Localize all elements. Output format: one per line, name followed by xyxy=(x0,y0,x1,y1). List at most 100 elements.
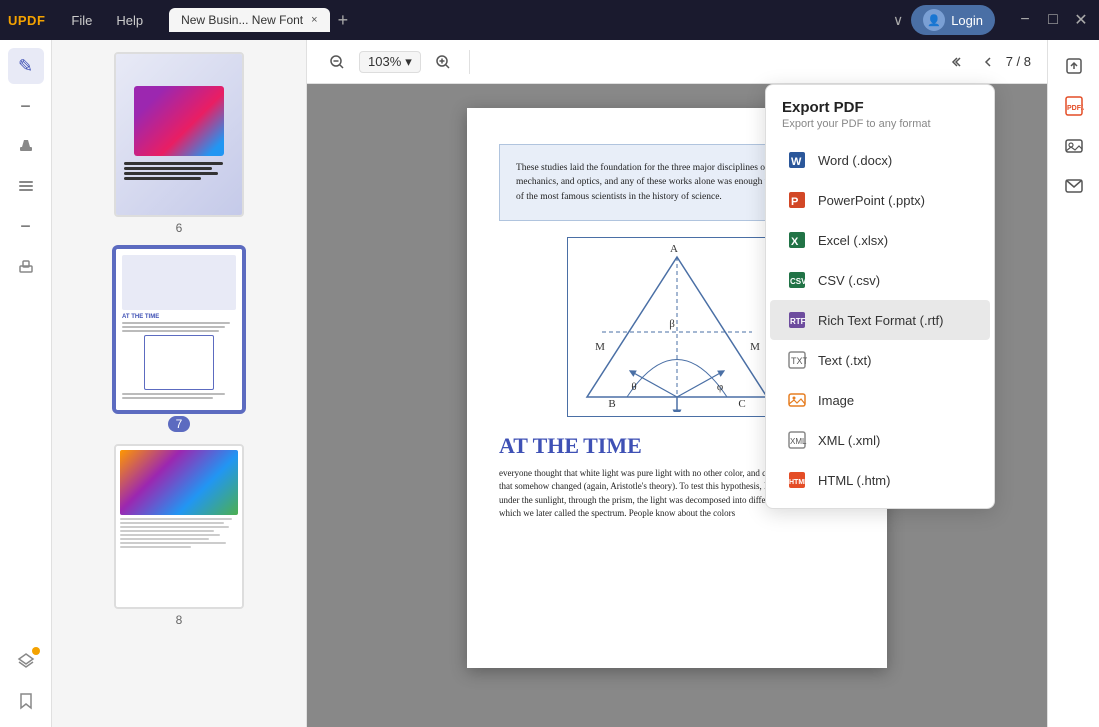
nav-prev-icon xyxy=(980,54,996,70)
thumb6-text-area xyxy=(120,160,238,184)
zoom-in-button[interactable] xyxy=(429,48,457,76)
export-item-image[interactable]: Image xyxy=(770,380,990,420)
svg-text:θ: θ xyxy=(631,381,636,393)
maximize-button[interactable]: □ xyxy=(1043,10,1063,30)
thumbnail-image-7: AT THE TIME xyxy=(114,247,244,412)
zoom-in-icon xyxy=(435,54,451,70)
svg-text:X: X xyxy=(791,236,799,248)
pdf-right-icon: PDF/A xyxy=(1064,95,1084,117)
titlebar: UPDF File Help New Busin... New Font × +… xyxy=(0,0,1099,40)
sidebar-icon-highlight[interactable] xyxy=(8,128,44,164)
diagram-svg: A β M M θ φ B C xyxy=(572,242,782,412)
svg-text:P: P xyxy=(791,196,798,208)
menu-help[interactable]: Help xyxy=(106,9,153,32)
export-panel: Export PDF Export your PDF to any format… xyxy=(765,84,995,509)
sidebar-icon-stamp[interactable] xyxy=(8,248,44,284)
titlebar-tabs: New Busin... New Font × + xyxy=(169,8,893,32)
sidebar-icon-minus[interactable]: − xyxy=(8,88,44,124)
sidebar-right-imageicon[interactable] xyxy=(1056,128,1092,164)
sidebar-right-mail[interactable] xyxy=(1056,168,1092,204)
export-item-word[interactable]: W Word (.docx) xyxy=(770,140,990,180)
svg-text:M: M xyxy=(595,341,605,353)
mail-icon xyxy=(1064,177,1084,195)
thumb-page-label-7: 7 xyxy=(168,416,191,432)
layers-icon xyxy=(17,652,35,670)
thumbnail-page-6[interactable]: 6 xyxy=(114,52,244,235)
word-icon: W xyxy=(786,149,808,171)
zoom-level: 103% xyxy=(368,54,401,69)
page-info: 7 / 8 xyxy=(1006,54,1031,69)
svg-text:C: C xyxy=(738,398,745,410)
zoom-out-icon xyxy=(329,54,345,70)
sidebar-icon-layers[interactable] xyxy=(8,643,44,679)
export-item-html[interactable]: HTML HTML (.htm) xyxy=(770,460,990,500)
export-item-powerpoint[interactable]: P PowerPoint (.pptx) xyxy=(770,180,990,220)
nav-prev-button[interactable] xyxy=(976,50,1000,74)
export-label-word: Word (.docx) xyxy=(818,153,892,168)
sidebar-icon-minus2[interactable]: − xyxy=(8,208,44,244)
export-item-xml[interactable]: XML XML (.xml) xyxy=(770,420,990,460)
avatar: 👤 xyxy=(923,9,945,31)
thumb7-title: AT THE TIME xyxy=(122,314,236,320)
thumb7-diagram xyxy=(144,335,214,390)
tab-close-button[interactable]: × xyxy=(311,14,317,26)
svg-text:TXT: TXT xyxy=(791,356,807,366)
app-logo: UPDF xyxy=(8,13,45,28)
zoom-display[interactable]: 103% ▾ xyxy=(359,51,421,73)
thumbnail-page-8[interactable]: 8 xyxy=(114,444,244,627)
titlebar-menu: File Help xyxy=(61,9,153,32)
pdf-heading-time: TIME xyxy=(583,433,642,458)
csv-icon: CSV xyxy=(786,269,808,291)
thumb8-text-lines xyxy=(120,518,238,603)
export-label-image: Image xyxy=(818,393,854,408)
pdf-toolbar: 103% ▾ xyxy=(307,40,1047,84)
menu-file[interactable]: File xyxy=(61,9,102,32)
xml-icon: XML xyxy=(786,429,808,451)
list-icon xyxy=(17,177,35,195)
image-export-icon xyxy=(786,389,808,411)
export-item-rtf[interactable]: RTF Rich Text Format (.rtf) xyxy=(770,300,990,340)
titlebar-right: ∨ 👤 Login − □ ✕ xyxy=(893,5,1091,35)
export-right-icon xyxy=(1064,56,1084,76)
close-button[interactable]: ✕ xyxy=(1071,10,1091,30)
tab-label: New Busin... New Font xyxy=(181,13,303,27)
export-subtitle: Export your PDF to any format xyxy=(782,118,978,130)
pdf-area-wrapper: 103% ▾ xyxy=(307,40,1047,727)
export-item-text[interactable]: TXT Text (.txt) xyxy=(770,340,990,380)
svg-text:W: W xyxy=(791,156,802,168)
pdf-diagram: A β M M θ φ B C xyxy=(567,237,787,417)
login-label: Login xyxy=(951,13,983,28)
export-label-rtf: Rich Text Format (.rtf) xyxy=(818,313,943,328)
export-list: W Word (.docx) P PowerPoint (.pptx) xyxy=(766,140,994,500)
thumbnails-panel[interactable]: 6 AT THE TIME 7 xyxy=(52,40,307,727)
sidebar-icon-list[interactable] xyxy=(8,168,44,204)
tab-add-button[interactable]: + xyxy=(330,10,357,31)
thumb8-graphic xyxy=(120,450,238,515)
sidebar-right-pdficon[interactable]: PDF/A xyxy=(1056,88,1092,124)
svg-text:PDF/A: PDF/A xyxy=(1067,105,1084,112)
sidebar-right-export[interactable] xyxy=(1056,48,1092,84)
active-tab[interactable]: New Busin... New Font × xyxy=(169,8,329,32)
sidebar-right: PDF/A xyxy=(1047,40,1099,727)
export-label-excel: Excel (.xlsx) xyxy=(818,233,888,248)
zoom-out-button[interactable] xyxy=(323,48,351,76)
sidebar-icon-edit[interactable]: ✎ xyxy=(8,48,44,84)
svg-text:HTML: HTML xyxy=(789,479,807,486)
toolbar-divider xyxy=(469,50,470,74)
thumb7-top-area xyxy=(122,255,236,310)
thumbnail-page-7[interactable]: AT THE TIME 7 xyxy=(114,247,244,432)
export-title: Export PDF xyxy=(782,99,978,116)
svg-text:A: A xyxy=(670,243,678,255)
sidebar-icon-bookmark[interactable] xyxy=(8,683,44,719)
export-item-csv[interactable]: CSV CSV (.csv) xyxy=(770,260,990,300)
export-item-excel[interactable]: X Excel (.xlsx) xyxy=(770,220,990,260)
nav-first-button[interactable] xyxy=(946,50,970,74)
chevron-down-icon[interactable]: ∨ xyxy=(893,12,903,29)
svg-text:φ: φ xyxy=(717,381,723,393)
main-layout: ✎ − − xyxy=(0,40,1099,727)
thumb-page-label-8: 8 xyxy=(176,613,183,627)
login-button[interactable]: 👤 Login xyxy=(911,5,995,35)
pen-icon xyxy=(17,137,35,155)
minimize-button[interactable]: − xyxy=(1015,10,1035,30)
svg-text:β: β xyxy=(669,318,675,330)
